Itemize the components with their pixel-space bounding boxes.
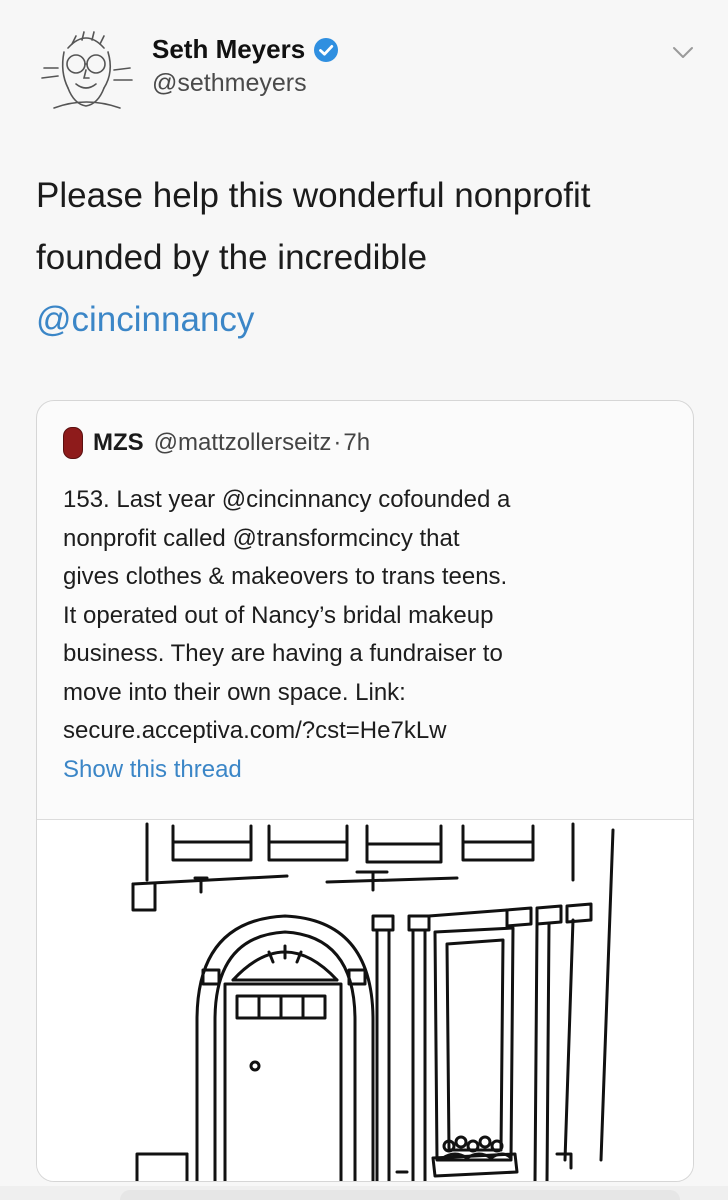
verified-badge-icon <box>313 37 339 63</box>
author-avatar[interactable] <box>34 22 138 126</box>
quoted-text-line: secure.acceptiva.com/?cst=He7kLw <box>63 717 447 744</box>
quoted-text-line: 153. Last year @cincinnancy cofounded a <box>63 486 511 513</box>
tweet-text-line: Please help this wonderful nonprofit <box>36 176 591 215</box>
tweet-body: Please help this wonderful nonprofit fou… <box>36 165 706 351</box>
chevron-down-icon[interactable] <box>672 46 694 60</box>
quoted-tweet-body: 153. Last year @cincinnancy cofounded a … <box>63 481 663 751</box>
quoted-tweet-header: MZS @mattzollerseitz · 7h <box>63 427 370 459</box>
separator-dot: · <box>333 429 342 456</box>
quoted-text-line: business. They are having a fundraiser t… <box>63 640 503 667</box>
author-handle[interactable]: @sethmeyers <box>152 69 339 98</box>
building-facade-drawing[interactable] <box>37 819 693 1181</box>
author-info[interactable]: Seth Meyers @sethmeyers <box>152 34 339 98</box>
author-display-name[interactable]: Seth Meyers <box>152 34 305 65</box>
tweet-text-line: founded by the incredible <box>36 238 428 277</box>
mention-link[interactable]: @cincinnancy <box>36 289 706 351</box>
quoted-text-line: nonprofit called @transformcincy that <box>63 524 460 552</box>
tweet-screen: Seth Meyers @sethmeyers Please help this… <box>0 0 728 1200</box>
quoted-author-avatar[interactable] <box>63 427 83 459</box>
quoted-tweet-card[interactable]: MZS @mattzollerseitz · 7h 153. Last year @… <box>36 400 694 1182</box>
caricature-avatar-icon <box>41 31 133 109</box>
quoted-text-line: gives clothes & makeovers to trans teens… <box>63 563 508 590</box>
quoted-author-handle[interactable]: @mattzollerseitz <box>154 429 332 457</box>
show-thread-link[interactable]: Show this thread <box>63 756 242 784</box>
quoted-author-name[interactable]: MZS <box>93 429 144 457</box>
reply-input[interactable] <box>120 1190 680 1200</box>
quoted-text-line: move into their own space. Link: <box>63 678 406 706</box>
quoted-tweet-time[interactable]: 7h <box>343 429 370 457</box>
quoted-text-line: It operated out of Nancy’s bridal makeup <box>63 601 494 629</box>
